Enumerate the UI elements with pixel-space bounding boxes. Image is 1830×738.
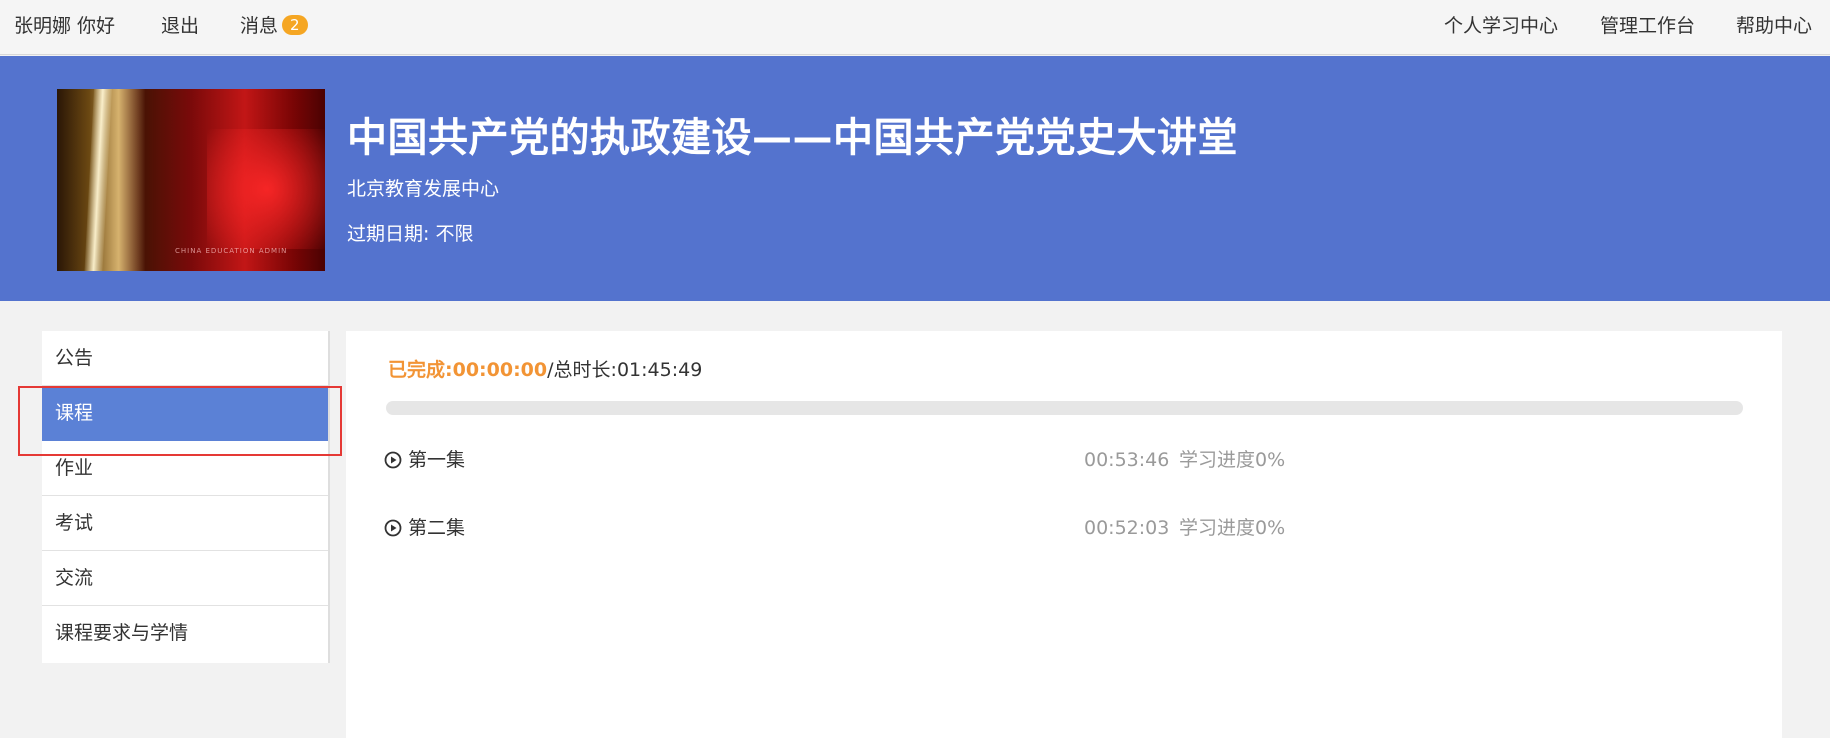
help-center-link[interactable]: 帮助中心 — [1736, 14, 1812, 38]
expiry-value: 不限 — [435, 223, 474, 245]
episode-title[interactable]: 第二集 — [408, 513, 465, 543]
sidebar-item-exams[interactable]: 考试 — [42, 496, 328, 551]
total-time: 01:45:49 — [616, 359, 703, 381]
course-thumbnail: CHINA EDUCATION ADMIN — [57, 89, 325, 271]
messages-link[interactable]: 消息 2 — [240, 14, 308, 38]
expiry-label: 过期日期: — [347, 223, 430, 245]
course-sidebar: 公告 课程 作业 考试 交流 课程要求与学情 — [42, 331, 330, 663]
user-greeting: 张明娜 你好 — [14, 15, 116, 37]
total-label: /总时长: — [547, 359, 617, 381]
personal-learning-center-link[interactable]: 个人学习中心 — [1444, 14, 1558, 38]
message-count-badge: 2 — [282, 15, 308, 35]
episode-progress: 学习进度0% — [1179, 517, 1286, 539]
sidebar-item-discussion[interactable]: 交流 — [42, 551, 328, 606]
completed-time: 00:00:00 — [452, 359, 548, 381]
course-banner: CHINA EDUCATION ADMIN 中国共产党的执政建设——中国共产党党… — [0, 56, 1830, 301]
sidebar-item-homework[interactable]: 作业 — [42, 441, 328, 496]
top-nav-bar: 张明娜 你好 退出 消息 2 个人学习中心 管理工作台 帮助中心 — [0, 0, 1830, 55]
course-content-panel: 已完成:00:00:00/总时长:01:45:49 第一集 00:53:46 学… — [346, 331, 1782, 738]
progress-summary: 已完成:00:00:00/总时长:01:45:49 — [388, 357, 702, 383]
admin-workbench-link[interactable]: 管理工作台 — [1600, 14, 1695, 38]
completed-label: 已完成: — [388, 359, 453, 381]
logout-link[interactable]: 退出 — [161, 14, 199, 38]
course-title: 中国共产党的执政建设——中国共产党党史大讲堂 — [347, 115, 1238, 161]
messages-label: 消息 — [240, 15, 279, 37]
episode-title[interactable]: 第一集 — [408, 445, 465, 475]
episode-row: 第二集 00:52:03 学习进度0% — [384, 513, 1744, 543]
play-circle-icon[interactable] — [384, 519, 402, 537]
episode-row: 第一集 00:53:46 学习进度0% — [384, 445, 1744, 475]
sidebar-item-requirements[interactable]: 课程要求与学情 — [42, 606, 328, 661]
episode-progress: 学习进度0% — [1179, 449, 1286, 471]
play-circle-icon[interactable] — [384, 451, 402, 469]
episode-duration: 00:53:46 — [1084, 449, 1170, 471]
progress-bar — [386, 401, 1743, 415]
sidebar-item-courses[interactable]: 课程 — [42, 386, 328, 441]
course-organization: 北京教育发展中心 — [347, 178, 500, 200]
course-expiry: 过期日期: 不限 — [347, 221, 473, 247]
sidebar-item-announcements[interactable]: 公告 — [42, 331, 328, 386]
episode-duration: 00:52:03 — [1084, 517, 1170, 539]
